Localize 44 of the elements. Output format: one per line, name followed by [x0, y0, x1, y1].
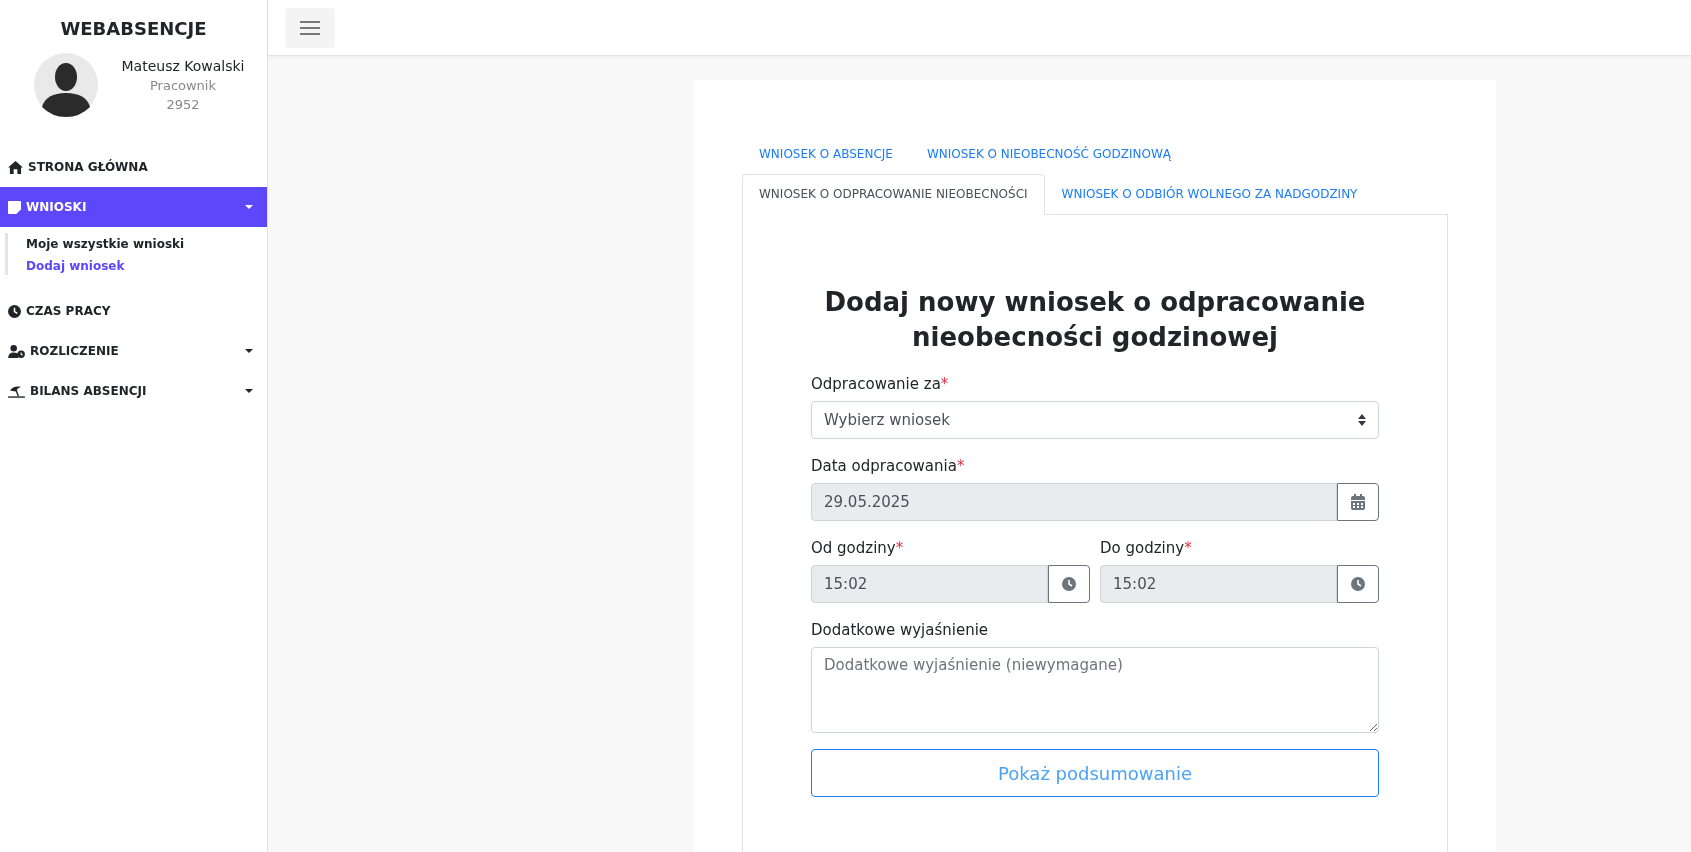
field-label: Od godziny* — [811, 539, 905, 558]
clock-button[interactable] — [1337, 565, 1379, 604]
note-icon — [8, 200, 21, 214]
user-name: Mateusz Kowalski — [121, 58, 245, 74]
sort-arrows-icon — [1358, 414, 1366, 427]
request-select[interactable]: Wybierz wniosek — [811, 401, 1379, 440]
calendar-button[interactable] — [1337, 483, 1379, 522]
clock-icon — [1062, 577, 1076, 592]
clock-icon — [8, 304, 21, 318]
app-logo-text: WEBABSENCJE — [59, 17, 208, 41]
field-label: Do godziny* — [1100, 539, 1193, 558]
beach-umbrella-icon — [8, 384, 25, 398]
user-role: Pracownik — [149, 78, 216, 93]
user-clock-icon — [8, 344, 25, 358]
tab[interactable]: WNIOSEK O ABSENCJE — [742, 134, 910, 174]
submenu-item[interactable]: Dodaj wniosek — [26, 259, 125, 273]
sidebar-menu-item[interactable]: CZAS PRACY — [0, 291, 267, 331]
caret-icon — [245, 388, 253, 394]
submenu-item[interactable]: Moje wszystkie wnioski — [26, 237, 185, 251]
home-icon — [8, 160, 23, 174]
explanation-field[interactable]: Dodatkowe wyjaśnienie (niewymagane) — [811, 647, 1379, 734]
time-field[interactable]: 15:02 — [1100, 565, 1337, 604]
calendar-icon — [1351, 494, 1365, 511]
date-field[interactable]: 29.05.2025 — [811, 483, 1337, 522]
sidebar-menu-item[interactable]: ROZLICZENIE — [0, 331, 267, 371]
form-title: Dodaj nowy wniosek o odpracowanie nieobecności godzinowej — [823, 286, 1367, 355]
sidebar-menu-item[interactable]: WNIOSKI — [0, 187, 267, 227]
time-field[interactable]: 15:02 — [811, 565, 1048, 604]
menu-button[interactable] — [285, 7, 335, 48]
avatar-silhouette-icon — [34, 53, 98, 117]
sidebar-menu-item[interactable]: STRONA GŁÓWNA — [0, 147, 267, 187]
caret-icon — [245, 204, 253, 210]
tab[interactable]: WNIOSEK O ODBIÓR WOLNEGO ZA NADGODZINY — [1044, 174, 1375, 214]
caret-icon — [245, 348, 253, 354]
field-label: Data odpracowania* — [811, 457, 966, 476]
user-number: 2952 — [166, 97, 200, 112]
tab[interactable]: WNIOSEK O NIEOBECNOŚĆ GODZINOWĄ — [909, 134, 1189, 174]
field-label: Odpracowanie za* — [811, 375, 950, 394]
menu-icon — [300, 19, 320, 36]
clock-button[interactable] — [1048, 565, 1090, 604]
field-label: Dodatkowe wyjaśnienie — [811, 621, 990, 640]
clock-icon — [1351, 577, 1365, 592]
tab[interactable]: WNIOSEK O ODPRACOWANIE NIEOBECNOŚCI — [742, 174, 1045, 215]
sidebar-menu-item[interactable]: BILANS ABSENCJI — [0, 371, 267, 411]
